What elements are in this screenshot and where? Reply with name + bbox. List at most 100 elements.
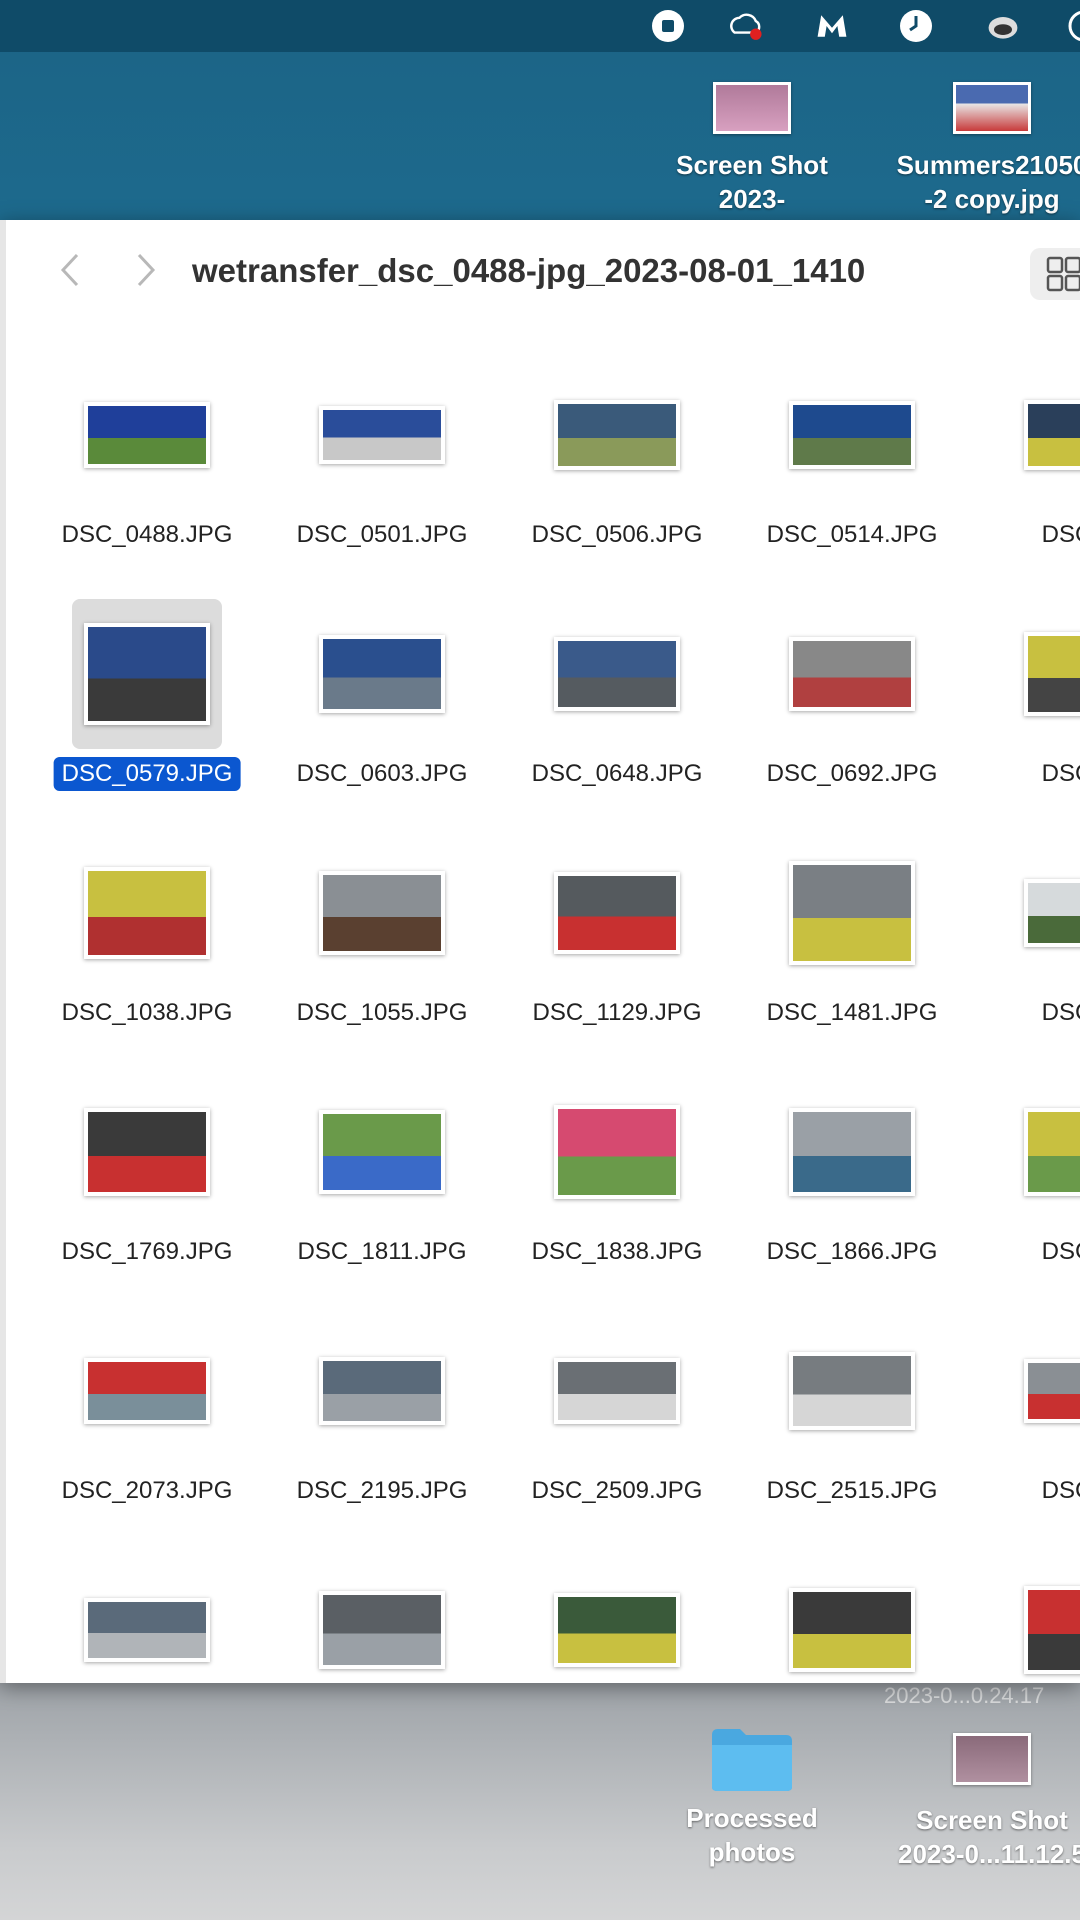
desktop-folder-processed-photos[interactable]: Processed photos (652, 1725, 852, 1869)
thumbnail-box (307, 838, 457, 988)
photo-thumbnail (554, 1105, 680, 1199)
file-item[interactable] (972, 1555, 1080, 1683)
desktop-folder-label: Processed photos (686, 1803, 818, 1867)
file-item[interactable]: DSC_2515.JPG (737, 1316, 967, 1536)
photo-thumbnail (84, 867, 210, 959)
file-name: DSC_0488.JPG (61, 521, 233, 548)
thumbnail-box (307, 1555, 457, 1683)
file-name: DSC_07 (1041, 760, 1080, 787)
image-icon (953, 1733, 1031, 1785)
file-item[interactable]: DSC_1769.JPG (32, 1077, 262, 1297)
thumbnail-box (777, 360, 927, 510)
file-item[interactable]: DSC_0603.JPG (267, 599, 497, 819)
window-title: wetransfer_dsc_0488-jpg_2023-08-01_1410 (192, 252, 866, 289)
photo-thumbnail (789, 401, 915, 469)
file-name: DSC_0579.JPG (53, 757, 241, 791)
file-name: DSC_0692.JPG (766, 760, 938, 787)
file-item[interactable]: DSC_1866.JPG (737, 1077, 967, 1297)
view-mode-button[interactable] (1030, 248, 1080, 300)
cat-icon[interactable] (985, 8, 1021, 44)
desktop-file-screenshot-2[interactable]: Screen Shot 2023-0...11.12.5 (892, 1733, 1080, 1871)
photo-thumbnail (84, 402, 210, 468)
thumbnail-box (1012, 360, 1080, 510)
file-item[interactable]: DSC_16 (972, 838, 1080, 1058)
file-item[interactable]: DSC_0579.JPG (32, 599, 262, 819)
thumbnail-box (777, 1077, 927, 1227)
thumbnail-box (72, 1555, 222, 1683)
file-item[interactable]: DSC_07 (972, 599, 1080, 819)
photo-thumbnail (554, 400, 680, 470)
file-item[interactable]: DSC_0488.JPG (32, 360, 262, 580)
file-name: DSC_0514.JPG (766, 521, 938, 548)
file-item[interactable]: DSC_26 (972, 1316, 1080, 1536)
file-name: DSC_0501.JPG (296, 521, 468, 548)
file-item[interactable]: DSC_2195.JPG (267, 1316, 497, 1536)
file-item[interactable]: DSC_2509.JPG (502, 1316, 732, 1536)
file-name: DSC_2195.JPG (296, 1477, 468, 1504)
file-item[interactable]: DSC_0506.JPG (502, 360, 732, 580)
file-name: DSC_1055.JPG (296, 999, 468, 1026)
file-name: DSC_1129.JPG (532, 999, 702, 1026)
file-name: DSC_0648.JPG (531, 760, 703, 787)
back-button[interactable] (50, 248, 90, 292)
photo-thumbnail (554, 1358, 680, 1424)
file-item[interactable]: DSC_05 (972, 360, 1080, 580)
clock-icon[interactable] (898, 8, 934, 44)
photo-thumbnail (84, 1598, 210, 1662)
file-item[interactable]: DSC_0501.JPG (267, 360, 497, 580)
menu-bar (0, 0, 1080, 52)
file-name: DSC_2073.JPG (61, 1477, 233, 1504)
photo-thumbnail (319, 1357, 445, 1425)
file-item[interactable]: DSC_0514.JPG (737, 360, 967, 580)
file-item[interactable]: DSC_1055.JPG (267, 838, 497, 1058)
photo-thumbnail (1024, 400, 1080, 470)
thumbnail-box (72, 360, 222, 510)
file-name: DSC_2509.JPG (531, 1477, 703, 1504)
file-item[interactable]: DSC_1811.JPG (267, 1077, 497, 1297)
file-item[interactable]: DSC_1129.JPG (502, 838, 732, 1058)
thumbnail-box (72, 599, 222, 749)
cloud-sync-icon[interactable] (728, 8, 764, 44)
file-name: DSC_1481.JPG (766, 999, 938, 1026)
photo-thumbnail (319, 635, 445, 713)
file-item[interactable]: DSC_1481.JPG (737, 838, 967, 1058)
file-name: DSC_1769.JPG (61, 1238, 233, 1265)
file-item[interactable]: DSC_18 (972, 1077, 1080, 1297)
photo-thumbnail (1024, 1359, 1080, 1423)
file-item[interactable]: DSC_1838.JPG (502, 1077, 732, 1297)
file-item[interactable] (737, 1555, 967, 1683)
file-item[interactable] (267, 1555, 497, 1683)
file-item[interactable]: DSC_0648.JPG (502, 599, 732, 819)
photo-thumbnail (789, 1108, 915, 1196)
thumbnail-box (307, 1077, 457, 1227)
chevron-left-icon (60, 253, 79, 287)
thumbnail-box (1012, 838, 1080, 988)
file-name: DSC_1866.JPG (766, 1238, 938, 1265)
menu-extra-icon[interactable] (1066, 8, 1080, 44)
file-item[interactable] (32, 1555, 262, 1683)
file-item[interactable] (502, 1555, 732, 1683)
finder-window: wetransfer_dsc_0488-jpg_2023-08-01_1410 … (0, 220, 1080, 1683)
file-item[interactable]: DSC_1038.JPG (32, 838, 262, 1058)
thumbnail-box (542, 1316, 692, 1466)
thumbnail-box (542, 360, 692, 510)
window-toolbar: wetransfer_dsc_0488-jpg_2023-08-01_1410 (6, 220, 1080, 320)
file-name: DSC_26 (1041, 1477, 1080, 1504)
forward-button[interactable] (126, 248, 166, 292)
file-name: DSC_16 (1041, 999, 1080, 1026)
thumbnail-box (72, 1316, 222, 1466)
stop-icon[interactable] (650, 8, 686, 44)
thumbnail-box (777, 1316, 927, 1466)
photo-thumbnail (1024, 632, 1080, 716)
file-item[interactable]: DSC_0692.JPG (737, 599, 967, 819)
thumbnail-box (307, 599, 457, 749)
file-item[interactable]: DSC_2073.JPG (32, 1316, 262, 1536)
photo-thumbnail (319, 406, 445, 464)
photo-thumbnail (789, 861, 915, 965)
file-name: DSC_0506.JPG (531, 521, 703, 548)
photo-thumbnail (84, 1358, 210, 1424)
file-name: DSC_2515.JPG (766, 1477, 938, 1504)
desktop-file-summers[interactable]: Summers21050 -2 copy.jpg (892, 82, 1080, 216)
malwarebytes-icon[interactable] (814, 8, 850, 44)
photo-thumbnail (319, 1110, 445, 1194)
